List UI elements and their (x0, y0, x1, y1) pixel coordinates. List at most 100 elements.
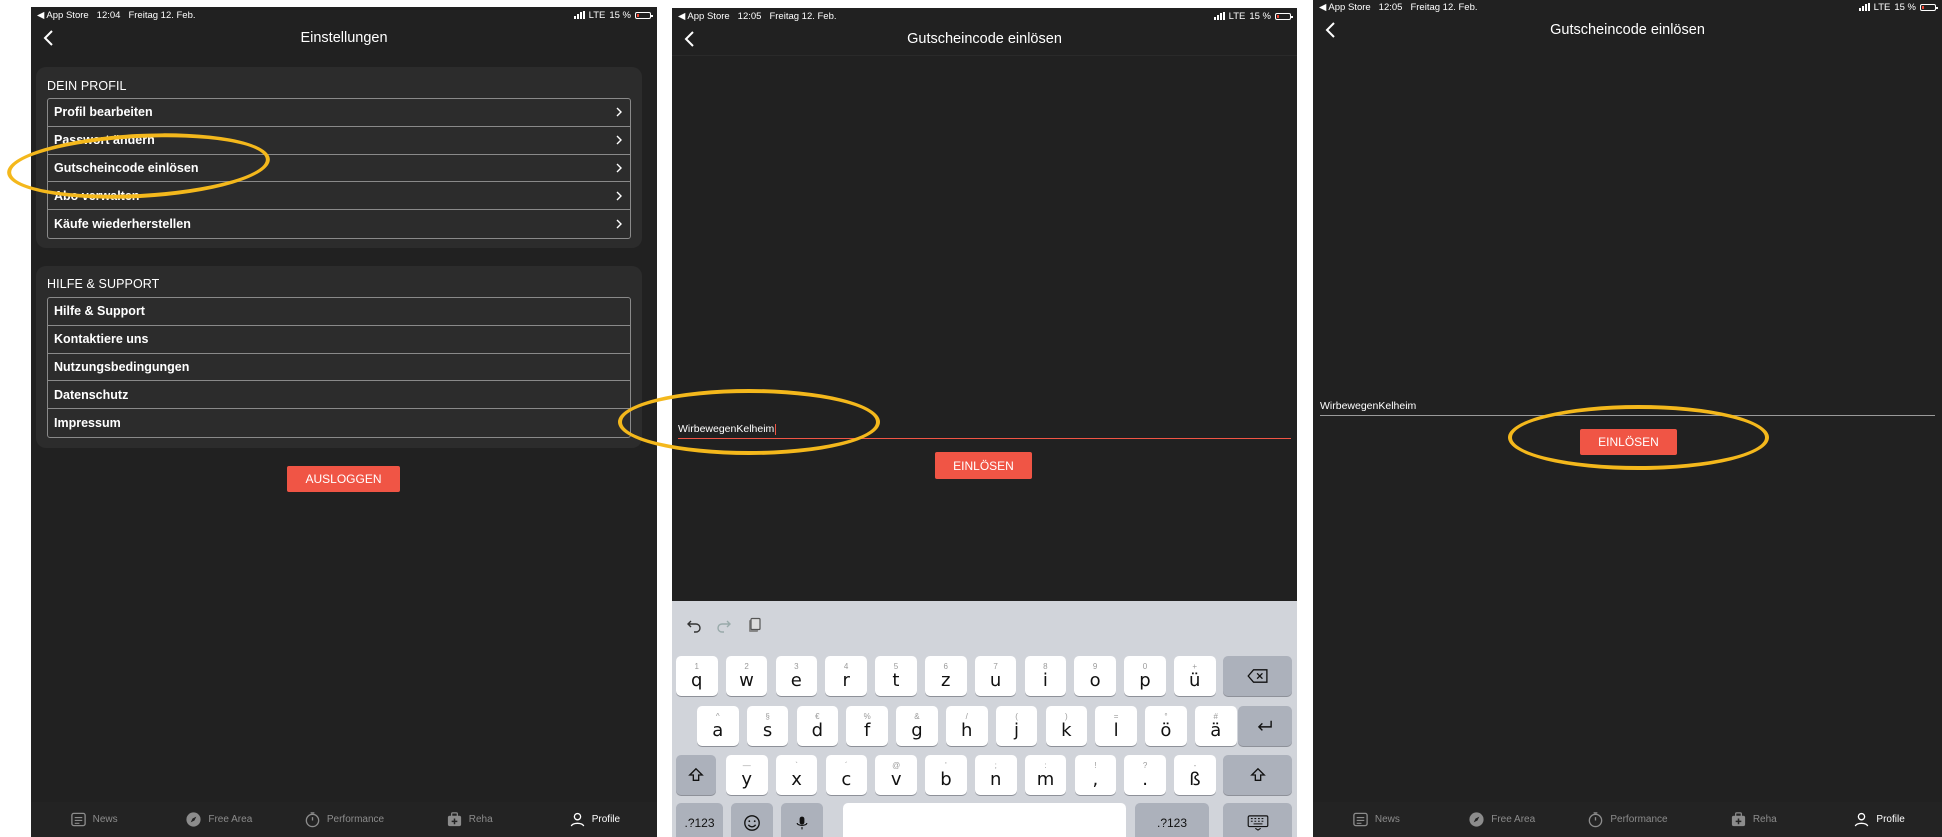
key-p[interactable]: 0p (1124, 656, 1166, 696)
profile-list: Profil bearbeiten Passwort ändern Gutsch… (47, 98, 631, 239)
key-e[interactable]: 3e (775, 656, 818, 696)
dictation-key[interactable] (781, 803, 823, 837)
back-button[interactable] (1321, 20, 1341, 40)
key-b[interactable]: ' b (925, 755, 967, 795)
key-u[interactable]: 7u (974, 656, 1017, 696)
tab-reha[interactable]: Reha (407, 811, 532, 828)
key-ä[interactable]: # ä (1195, 706, 1237, 746)
back-button[interactable] (39, 28, 59, 48)
key-z[interactable]: 6z (925, 656, 967, 696)
app-store-back-link[interactable]: ◀ App Store (1319, 2, 1371, 13)
key-w[interactable]: 2w (725, 656, 768, 696)
text-cursor (775, 424, 777, 435)
news-icon (1353, 812, 1368, 827)
menu-item-hilfe-support[interactable]: Hilfe & Support (48, 298, 630, 326)
tab-free-area[interactable]: Free Area (156, 811, 281, 828)
app-store-back-link[interactable]: ◀ App Store (37, 10, 89, 21)
key-a[interactable]: ^ a (697, 706, 739, 746)
medkit-icon (1731, 812, 1745, 827)
key-s[interactable]: § s (746, 706, 789, 746)
numbers-key-right[interactable]: .?123 (1135, 803, 1209, 837)
redeem-button[interactable]: EINLÖSEN (935, 452, 1032, 479)
key-h[interactable]: / h (946, 706, 988, 746)
key-k[interactable]: ) k (1045, 706, 1088, 746)
menu-item-abo-verwalten[interactable]: Abo verwalten (48, 182, 630, 211)
key-v[interactable]: @ v (875, 755, 917, 795)
tab-reha[interactable]: Reha (1690, 811, 1816, 828)
undo-icon[interactable] (686, 617, 702, 633)
key-y[interactable]: — y (726, 755, 768, 795)
key-g[interactable]: & g (896, 706, 938, 746)
key-i[interactable]: 8i (1024, 656, 1067, 696)
menu-item-datenschutz[interactable]: Datenschutz (48, 381, 630, 410)
key-r[interactable]: 4r (825, 656, 867, 696)
key-o[interactable]: 9o (1074, 656, 1116, 696)
tab-news[interactable]: News (31, 811, 156, 828)
chevron-left-icon (684, 31, 694, 47)
signal-icon (1858, 3, 1870, 11)
status-bar: ◀ App Store 12:04 Freitag 12. Feb. LTE 1… (31, 7, 657, 23)
keyboard-hide-icon (1247, 815, 1268, 831)
key-j[interactable]: (j (995, 706, 1038, 746)
redo-icon[interactable] (716, 617, 732, 633)
key-f[interactable]: % f (846, 706, 888, 746)
tab-performance[interactable]: Performance (281, 811, 406, 828)
medkit-icon (447, 812, 461, 827)
chevron-right-icon (616, 107, 622, 117)
tab-profile[interactable]: Profile (532, 811, 657, 828)
battery-percent: 15 % (1894, 1, 1916, 13)
on-screen-keyboard: 1 q 2 w 3 e 4 r 5 t 6 z 7 u 8 i 9 o 0 p + ü ^ a § s € d% f & g / h(j) k = l… (672, 601, 1297, 837)
nav-bar: Einstellungen (31, 23, 657, 53)
menu-item-gutscheincode-einloesen[interactable]: Gutscheincode einlösen (48, 155, 630, 183)
emoji-icon (744, 815, 760, 831)
logout-button[interactable]: AUSLOGGEN (287, 466, 400, 492)
key-ö[interactable]: ° ö (1145, 706, 1187, 746)
compass-icon (1469, 812, 1484, 827)
status-date: Freitag 12. Feb. (769, 10, 837, 22)
key-,[interactable]: !, (1074, 755, 1117, 795)
menu-item-kontaktiere-uns[interactable]: Kontaktiere uns (48, 326, 630, 354)
tab-free-area[interactable]: Free Area (1439, 811, 1565, 828)
news-icon (70, 812, 86, 827)
battery-icon (1920, 3, 1938, 11)
backspace-key[interactable] (1223, 656, 1292, 696)
menu-item-impressum[interactable]: Impressum (48, 409, 630, 437)
key-ü[interactable]: + ü (1174, 656, 1216, 696)
keyboard-hide-key[interactable] (1223, 803, 1292, 837)
emoji-key[interactable] (731, 803, 773, 837)
nav-divider (672, 55, 1297, 56)
redeem-button[interactable]: EINLÖSEN (1580, 429, 1677, 455)
tab-news[interactable]: News (1313, 811, 1439, 828)
menu-item-nutzungsbedingungen[interactable]: Nutzungsbedingungen (48, 354, 630, 382)
numbers-key-left[interactable]: .?123 (676, 803, 723, 837)
paste-icon[interactable] (746, 617, 762, 633)
shift-icon (688, 767, 704, 781)
shift-key-right[interactable] (1223, 755, 1292, 795)
key-n[interactable]: ; n (975, 755, 1017, 795)
voucher-code-input[interactable]: WirbewegenKelheim (678, 416, 1291, 439)
page-title: Gutscheincode einlösen (1550, 22, 1705, 38)
tab-performance[interactable]: Performance (1565, 811, 1691, 828)
shift-key-left[interactable] (676, 755, 716, 795)
key-.[interactable]: ?. (1124, 755, 1166, 795)
key-l[interactable]: = l (1095, 706, 1137, 746)
signal-icon (1213, 12, 1225, 20)
microphone-icon (796, 816, 808, 830)
key-c[interactable]: ´ c (825, 755, 868, 795)
voucher-code-input[interactable]: WirbewegenKelheim (1320, 395, 1935, 416)
key-t[interactable]: 5t (875, 656, 917, 696)
key-m[interactable]: :m (1024, 755, 1067, 795)
back-button[interactable] (680, 29, 700, 49)
return-key[interactable] (1238, 706, 1292, 746)
key-ß[interactable]: -ß (1174, 755, 1216, 795)
key-x[interactable]: ` x (775, 755, 818, 795)
key-d[interactable]: € d (796, 706, 839, 746)
key-q[interactable]: 1q (676, 656, 718, 696)
tab-profile[interactable]: Profile (1816, 811, 1942, 828)
network-label: LTE (1873, 1, 1891, 13)
menu-item-passwort-aendern[interactable]: Passwort ändern (48, 127, 630, 155)
menu-item-kaeufe-wiederherstellen[interactable]: Käufe wiederherstellen (48, 210, 630, 238)
menu-item-profil-bearbeiten[interactable]: Profil bearbeiten (48, 99, 630, 127)
space-key[interactable] (843, 803, 1126, 837)
app-store-back-link[interactable]: ◀ App Store (678, 11, 730, 22)
